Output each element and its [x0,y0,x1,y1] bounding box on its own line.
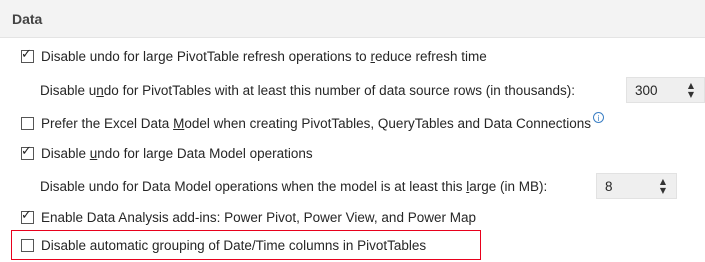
checkmark-icon: ✓ [21,207,32,223]
pivot-rows-threshold-spinner[interactable]: 300 ▲ ▼ [626,77,705,103]
option-disable-undo-data-model[interactable]: ✓ Disable undo for large Data Model oper… [21,142,313,164]
option-label: Disable undo for large Data Model operat… [41,145,313,161]
pivot-rows-threshold-value[interactable]: 300 [627,83,684,98]
option-undo-pivot-rows-threshold: Disable undo for PivotTables with at lea… [40,79,575,101]
spin-buttons[interactable]: ▲ ▼ [684,80,698,100]
prefer-excel-data-model-checkbox[interactable] [21,116,34,130]
option-label: Disable undo for Data Model operations w… [40,178,548,194]
option-undo-data-model-size-threshold: Disable undo for Data Model operations w… [40,175,547,197]
option-prefer-excel-data-model[interactable]: Prefer the Excel Data Model when creatin… [21,111,605,134]
option-disable-undo-pivot-refresh[interactable]: ✓ Disable undo for large PivotTable refr… [21,45,487,67]
option-label: Disable undo for large PivotTable refres… [41,48,487,64]
spin-up-icon[interactable]: ▲ [688,81,694,90]
section-title: Data [12,11,43,27]
enable-data-analysis-addins-checkbox[interactable]: ✓ [21,207,34,224]
spin-buttons[interactable]: ▲ ▼ [656,176,670,196]
option-label: Prefer the Excel Data Model when creatin… [41,115,592,131]
disable-auto-datetime-grouping-checkbox[interactable] [21,238,34,252]
disable-undo-pivot-refresh-checkbox[interactable]: ✓ [21,46,34,63]
option-label: Disable undo for PivotTables with at lea… [40,82,576,98]
checkmark-icon: ✓ [21,143,32,159]
spin-up-icon[interactable]: ▲ [660,177,666,186]
section-header: Data [0,0,705,38]
option-label: Enable Data Analysis add-ins: Power Pivo… [41,209,476,225]
data-model-size-spinner[interactable]: 8 ▲ ▼ [596,173,677,199]
option-disable-auto-datetime-grouping[interactable]: Disable automatic grouping of Date/Time … [21,234,426,256]
data-model-size-value[interactable]: 8 [597,179,656,194]
checkmark-icon: ✓ [21,46,32,62]
spin-down-icon[interactable]: ▼ [688,90,694,99]
spin-down-icon[interactable]: ▼ [660,186,666,195]
option-enable-data-analysis-addins[interactable]: ✓ Enable Data Analysis add-ins: Power Pi… [21,206,476,228]
disable-undo-data-model-checkbox[interactable]: ✓ [21,143,34,160]
option-label: Disable automatic grouping of Date/Time … [41,237,427,253]
info-icon[interactable]: i [593,111,605,123]
